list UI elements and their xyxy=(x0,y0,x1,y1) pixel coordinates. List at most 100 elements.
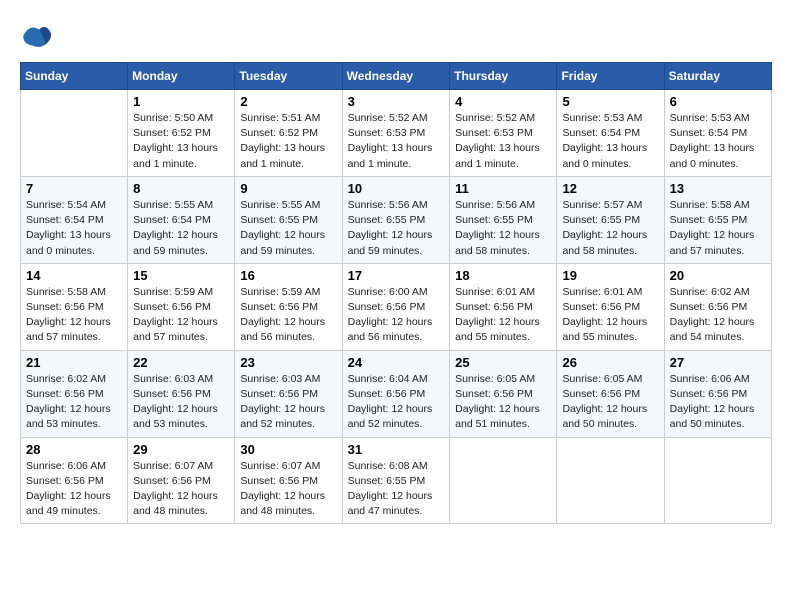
day-info: Sunrise: 6:01 AM Sunset: 6:56 PM Dayligh… xyxy=(455,285,551,346)
calendar-cell: 6Sunrise: 5:53 AM Sunset: 6:54 PM Daylig… xyxy=(664,90,771,177)
calendar-table: SundayMondayTuesdayWednesdayThursdayFrid… xyxy=(20,62,772,524)
day-info: Sunrise: 5:56 AM Sunset: 6:55 PM Dayligh… xyxy=(455,198,551,259)
day-info: Sunrise: 6:03 AM Sunset: 6:56 PM Dayligh… xyxy=(240,372,336,433)
day-number: 10 xyxy=(348,181,445,196)
day-info: Sunrise: 5:52 AM Sunset: 6:53 PM Dayligh… xyxy=(348,111,445,172)
calendar-cell: 17 Sunrise: 6:00 AM Sunset: 6:56 PM Dayli… xyxy=(342,263,450,350)
page-header xyxy=(20,20,772,52)
weekday-header: Monday xyxy=(128,63,235,90)
day-info: Sunrise: 5:51 AM Sunset: 6:52 PM Dayligh… xyxy=(240,111,336,172)
calendar-cell: 8 Sunrise: 5:55 AM Sunset: 6:54 PM Daylig… xyxy=(128,176,235,263)
calendar-week-row: 14 Sunrise: 5:58 AM Sunset: 6:56 PM Dayli… xyxy=(21,263,772,350)
day-info: Sunrise: 5:56 AM Sunset: 6:55 PM Dayligh… xyxy=(348,198,445,259)
calendar-cell: 11 Sunrise: 5:56 AM Sunset: 6:55 PM Dayli… xyxy=(450,176,557,263)
day-number: 24 xyxy=(348,355,445,370)
day-number: 31 xyxy=(348,442,445,457)
calendar-cell: 18 Sunrise: 6:01 AM Sunset: 6:56 PM Dayli… xyxy=(450,263,557,350)
calendar-cell: 19 Sunrise: 6:01 AM Sunset: 6:56 PM Dayli… xyxy=(557,263,664,350)
calendar-cell: 13 Sunrise: 5:58 AM Sunset: 6:55 PM Dayli… xyxy=(664,176,771,263)
calendar-cell: 22 Sunrise: 6:03 AM Sunset: 6:56 PM Dayli… xyxy=(128,350,235,437)
day-number: 28 xyxy=(26,442,122,457)
day-info: Sunrise: 6:00 AM Sunset: 6:56 PM Dayligh… xyxy=(348,285,445,346)
day-number: 23 xyxy=(240,355,336,370)
calendar-cell: 31 Sunrise: 6:08 AM Sunset: 6:55 PM Dayli… xyxy=(342,437,450,524)
calendar-cell: 12Sunrise: 5:57 AM Sunset: 6:55 PM Dayli… xyxy=(557,176,664,263)
day-number: 14 xyxy=(26,268,122,283)
day-number: 19 xyxy=(562,268,658,283)
day-number: 18 xyxy=(455,268,551,283)
day-number: 25 xyxy=(455,355,551,370)
day-info: Sunrise: 5:55 AM Sunset: 6:55 PM Dayligh… xyxy=(240,198,336,259)
day-number: 1 xyxy=(133,94,229,109)
day-info: Sunrise: 6:06 AM Sunset: 6:56 PM Dayligh… xyxy=(26,459,122,520)
weekday-header: Friday xyxy=(557,63,664,90)
day-info: Sunrise: 6:01 AM Sunset: 6:56 PM Dayligh… xyxy=(562,285,658,346)
day-number: 15 xyxy=(133,268,229,283)
calendar-cell xyxy=(450,437,557,524)
calendar-cell: 14 Sunrise: 5:58 AM Sunset: 6:56 PM Dayli… xyxy=(21,263,128,350)
calendar-cell: 21 Sunrise: 6:02 AM Sunset: 6:56 PM Dayli… xyxy=(21,350,128,437)
day-info: Sunrise: 6:08 AM Sunset: 6:55 PM Dayligh… xyxy=(348,459,445,520)
day-number: 13 xyxy=(670,181,766,196)
calendar-week-row: 28 Sunrise: 6:06 AM Sunset: 6:56 PM Dayli… xyxy=(21,437,772,524)
logo-icon xyxy=(20,20,52,52)
day-info: Sunrise: 6:02 AM Sunset: 6:56 PM Dayligh… xyxy=(26,372,122,433)
calendar-cell: 25 Sunrise: 6:05 AM Sunset: 6:56 PM Dayli… xyxy=(450,350,557,437)
calendar-week-row: 7 Sunrise: 5:54 AM Sunset: 6:54 PM Daylig… xyxy=(21,176,772,263)
calendar-cell: 7 Sunrise: 5:54 AM Sunset: 6:54 PM Daylig… xyxy=(21,176,128,263)
weekday-header: Sunday xyxy=(21,63,128,90)
calendar-cell: 27Sunrise: 6:06 AM Sunset: 6:56 PM Dayli… xyxy=(664,350,771,437)
calendar-cell xyxy=(21,90,128,177)
day-number: 16 xyxy=(240,268,336,283)
day-number: 30 xyxy=(240,442,336,457)
day-info: Sunrise: 5:57 AM Sunset: 6:55 PM Dayligh… xyxy=(562,198,658,259)
calendar-cell xyxy=(557,437,664,524)
calendar-cell: 3Sunrise: 5:52 AM Sunset: 6:53 PM Daylig… xyxy=(342,90,450,177)
calendar-cell: 2 Sunrise: 5:51 AM Sunset: 6:52 PM Daylig… xyxy=(235,90,342,177)
calendar-cell: 28 Sunrise: 6:06 AM Sunset: 6:56 PM Dayli… xyxy=(21,437,128,524)
weekday-header-row: SundayMondayTuesdayWednesdayThursdayFrid… xyxy=(21,63,772,90)
day-info: Sunrise: 5:58 AM Sunset: 6:55 PM Dayligh… xyxy=(670,198,766,259)
calendar-cell: 23 Sunrise: 6:03 AM Sunset: 6:56 PM Dayli… xyxy=(235,350,342,437)
day-info: Sunrise: 5:59 AM Sunset: 6:56 PM Dayligh… xyxy=(240,285,336,346)
day-info: Sunrise: 6:02 AM Sunset: 6:56 PM Dayligh… xyxy=(670,285,766,346)
day-info: Sunrise: 5:55 AM Sunset: 6:54 PM Dayligh… xyxy=(133,198,229,259)
day-number: 21 xyxy=(26,355,122,370)
day-info: Sunrise: 5:58 AM Sunset: 6:56 PM Dayligh… xyxy=(26,285,122,346)
day-info: Sunrise: 6:06 AM Sunset: 6:56 PM Dayligh… xyxy=(670,372,766,433)
calendar-cell: 5 Sunrise: 5:53 AM Sunset: 6:54 PM Daylig… xyxy=(557,90,664,177)
day-number: 5 xyxy=(562,94,658,109)
day-info: Sunrise: 6:05 AM Sunset: 6:56 PM Dayligh… xyxy=(455,372,551,433)
day-number: 20 xyxy=(670,268,766,283)
day-info: Sunrise: 6:05 AM Sunset: 6:56 PM Dayligh… xyxy=(562,372,658,433)
day-info: Sunrise: 6:07 AM Sunset: 6:56 PM Dayligh… xyxy=(133,459,229,520)
day-info: Sunrise: 5:52 AM Sunset: 6:53 PM Dayligh… xyxy=(455,111,551,172)
day-number: 4 xyxy=(455,94,551,109)
calendar-cell xyxy=(664,437,771,524)
logo xyxy=(20,20,56,52)
weekday-header: Thursday xyxy=(450,63,557,90)
day-info: Sunrise: 6:04 AM Sunset: 6:56 PM Dayligh… xyxy=(348,372,445,433)
day-number: 8 xyxy=(133,181,229,196)
day-info: Sunrise: 5:53 AM Sunset: 6:54 PM Dayligh… xyxy=(670,111,766,172)
day-number: 2 xyxy=(240,94,336,109)
day-info: Sunrise: 6:03 AM Sunset: 6:56 PM Dayligh… xyxy=(133,372,229,433)
day-number: 22 xyxy=(133,355,229,370)
day-number: 17 xyxy=(348,268,445,283)
weekday-header: Tuesday xyxy=(235,63,342,90)
calendar-cell: 15 Sunrise: 5:59 AM Sunset: 6:56 PM Dayli… xyxy=(128,263,235,350)
day-info: Sunrise: 5:53 AM Sunset: 6:54 PM Dayligh… xyxy=(562,111,658,172)
day-info: Sunrise: 5:54 AM Sunset: 6:54 PM Dayligh… xyxy=(26,198,122,259)
day-info: Sunrise: 6:07 AM Sunset: 6:56 PM Dayligh… xyxy=(240,459,336,520)
day-number: 7 xyxy=(26,181,122,196)
day-number: 11 xyxy=(455,181,551,196)
calendar-week-row: 1 Sunrise: 5:50 AM Sunset: 6:52 PM Daylig… xyxy=(21,90,772,177)
day-number: 26 xyxy=(562,355,658,370)
day-info: Sunrise: 5:50 AM Sunset: 6:52 PM Dayligh… xyxy=(133,111,229,172)
calendar-cell: 10 Sunrise: 5:56 AM Sunset: 6:55 PM Dayli… xyxy=(342,176,450,263)
calendar-cell: 24 Sunrise: 6:04 AM Sunset: 6:56 PM Dayli… xyxy=(342,350,450,437)
calendar-week-row: 21 Sunrise: 6:02 AM Sunset: 6:56 PM Dayli… xyxy=(21,350,772,437)
weekday-header: Saturday xyxy=(664,63,771,90)
day-info: Sunrise: 5:59 AM Sunset: 6:56 PM Dayligh… xyxy=(133,285,229,346)
calendar-cell: 16 Sunrise: 5:59 AM Sunset: 6:56 PM Dayli… xyxy=(235,263,342,350)
